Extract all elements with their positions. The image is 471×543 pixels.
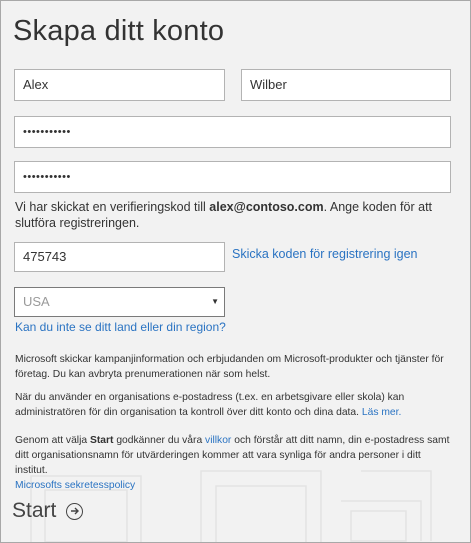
learn-more-link[interactable]: Läs mer. — [362, 407, 402, 418]
privacy-policy-link[interactable]: Microsofts sekretesspolicy — [15, 480, 135, 491]
start-button-label: Start — [12, 499, 57, 522]
last-name-input[interactable]: Wilber — [241, 69, 451, 101]
dropdown-arrow-icon: ▼ — [211, 297, 219, 306]
verification-code-input[interactable]: 475743 — [14, 242, 225, 272]
terms-mid: godkänner du våra — [113, 435, 206, 446]
country-value: USA — [23, 294, 50, 309]
country-select[interactable]: USA ▼ — [14, 287, 225, 317]
arrow-circle-right-icon — [66, 502, 84, 520]
signup-panel: Skapa ditt konto Alex Wilber •••••••••••… — [0, 0, 471, 543]
country-missing-link[interactable]: Kan du inte se ditt land eller din regio… — [15, 320, 226, 334]
page-title: Skapa ditt konto — [13, 15, 225, 47]
terms-start-word: Start — [89, 435, 114, 446]
terms-link[interactable]: villkor — [205, 435, 231, 446]
terms-prefix: Genom att välja — [15, 435, 90, 446]
resend-code-link[interactable]: Skicka koden för registrering igen — [232, 247, 418, 261]
first-name-input[interactable]: Alex — [14, 69, 225, 101]
organization-notice-text: När du använder en organisations e-posta… — [15, 392, 405, 418]
organization-notice: När du använder en organisations e-posta… — [15, 390, 460, 420]
password-input[interactable]: ••••••••••• — [14, 116, 451, 148]
confirm-password-input[interactable]: ••••••••••• — [14, 161, 451, 193]
verification-email: alex@contoso.com — [209, 200, 324, 214]
verification-prefix: Vi har skickat en verifieringskod till — [15, 200, 210, 214]
verification-message: Vi har skickat en verifieringskod till a… — [15, 199, 455, 231]
marketing-notice: Microsoft skickar kampanjinformation och… — [15, 354, 444, 380]
start-button[interactable]: Start — [12, 499, 84, 523]
terms-notice: Genom att välja Start godkänner du våra … — [15, 433, 455, 493]
